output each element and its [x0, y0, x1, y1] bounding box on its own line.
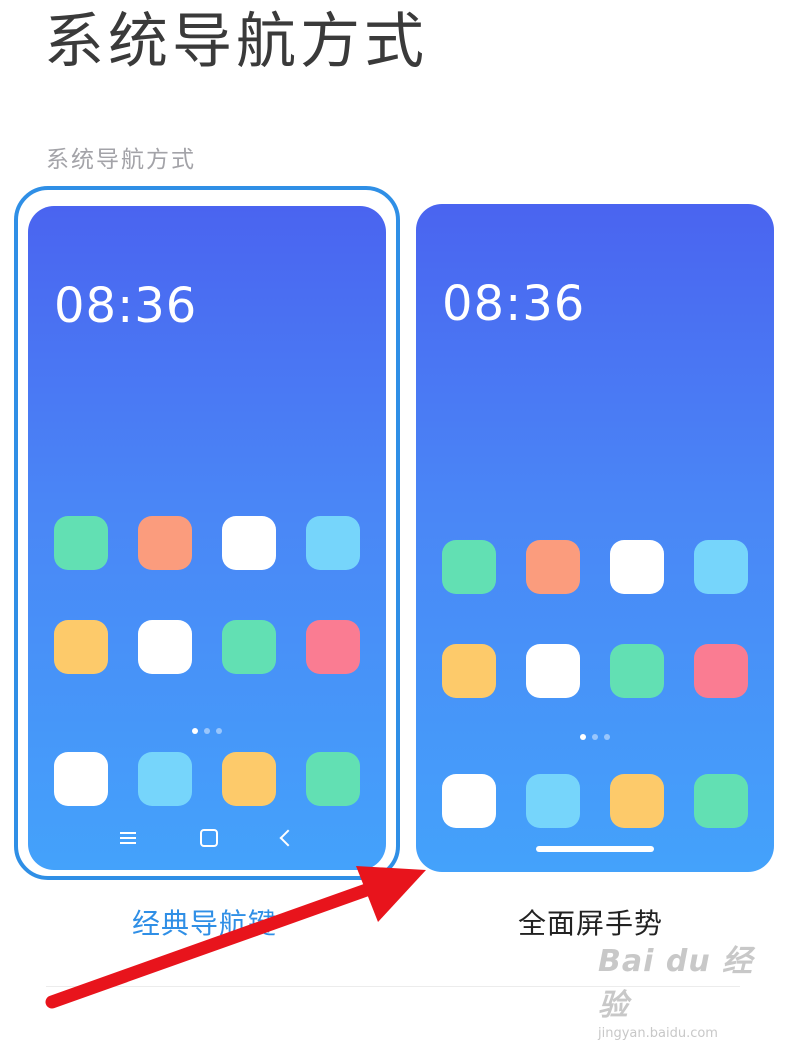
annotation-arrow-icon: [45, 866, 426, 1009]
watermark-main: Bai du 经验: [598, 944, 754, 1023]
watermark-logo: Bai du 经验 jingyan.baidu.com: [598, 936, 778, 1041]
watermark-sub: jingyan.baidu.com: [598, 1026, 718, 1041]
